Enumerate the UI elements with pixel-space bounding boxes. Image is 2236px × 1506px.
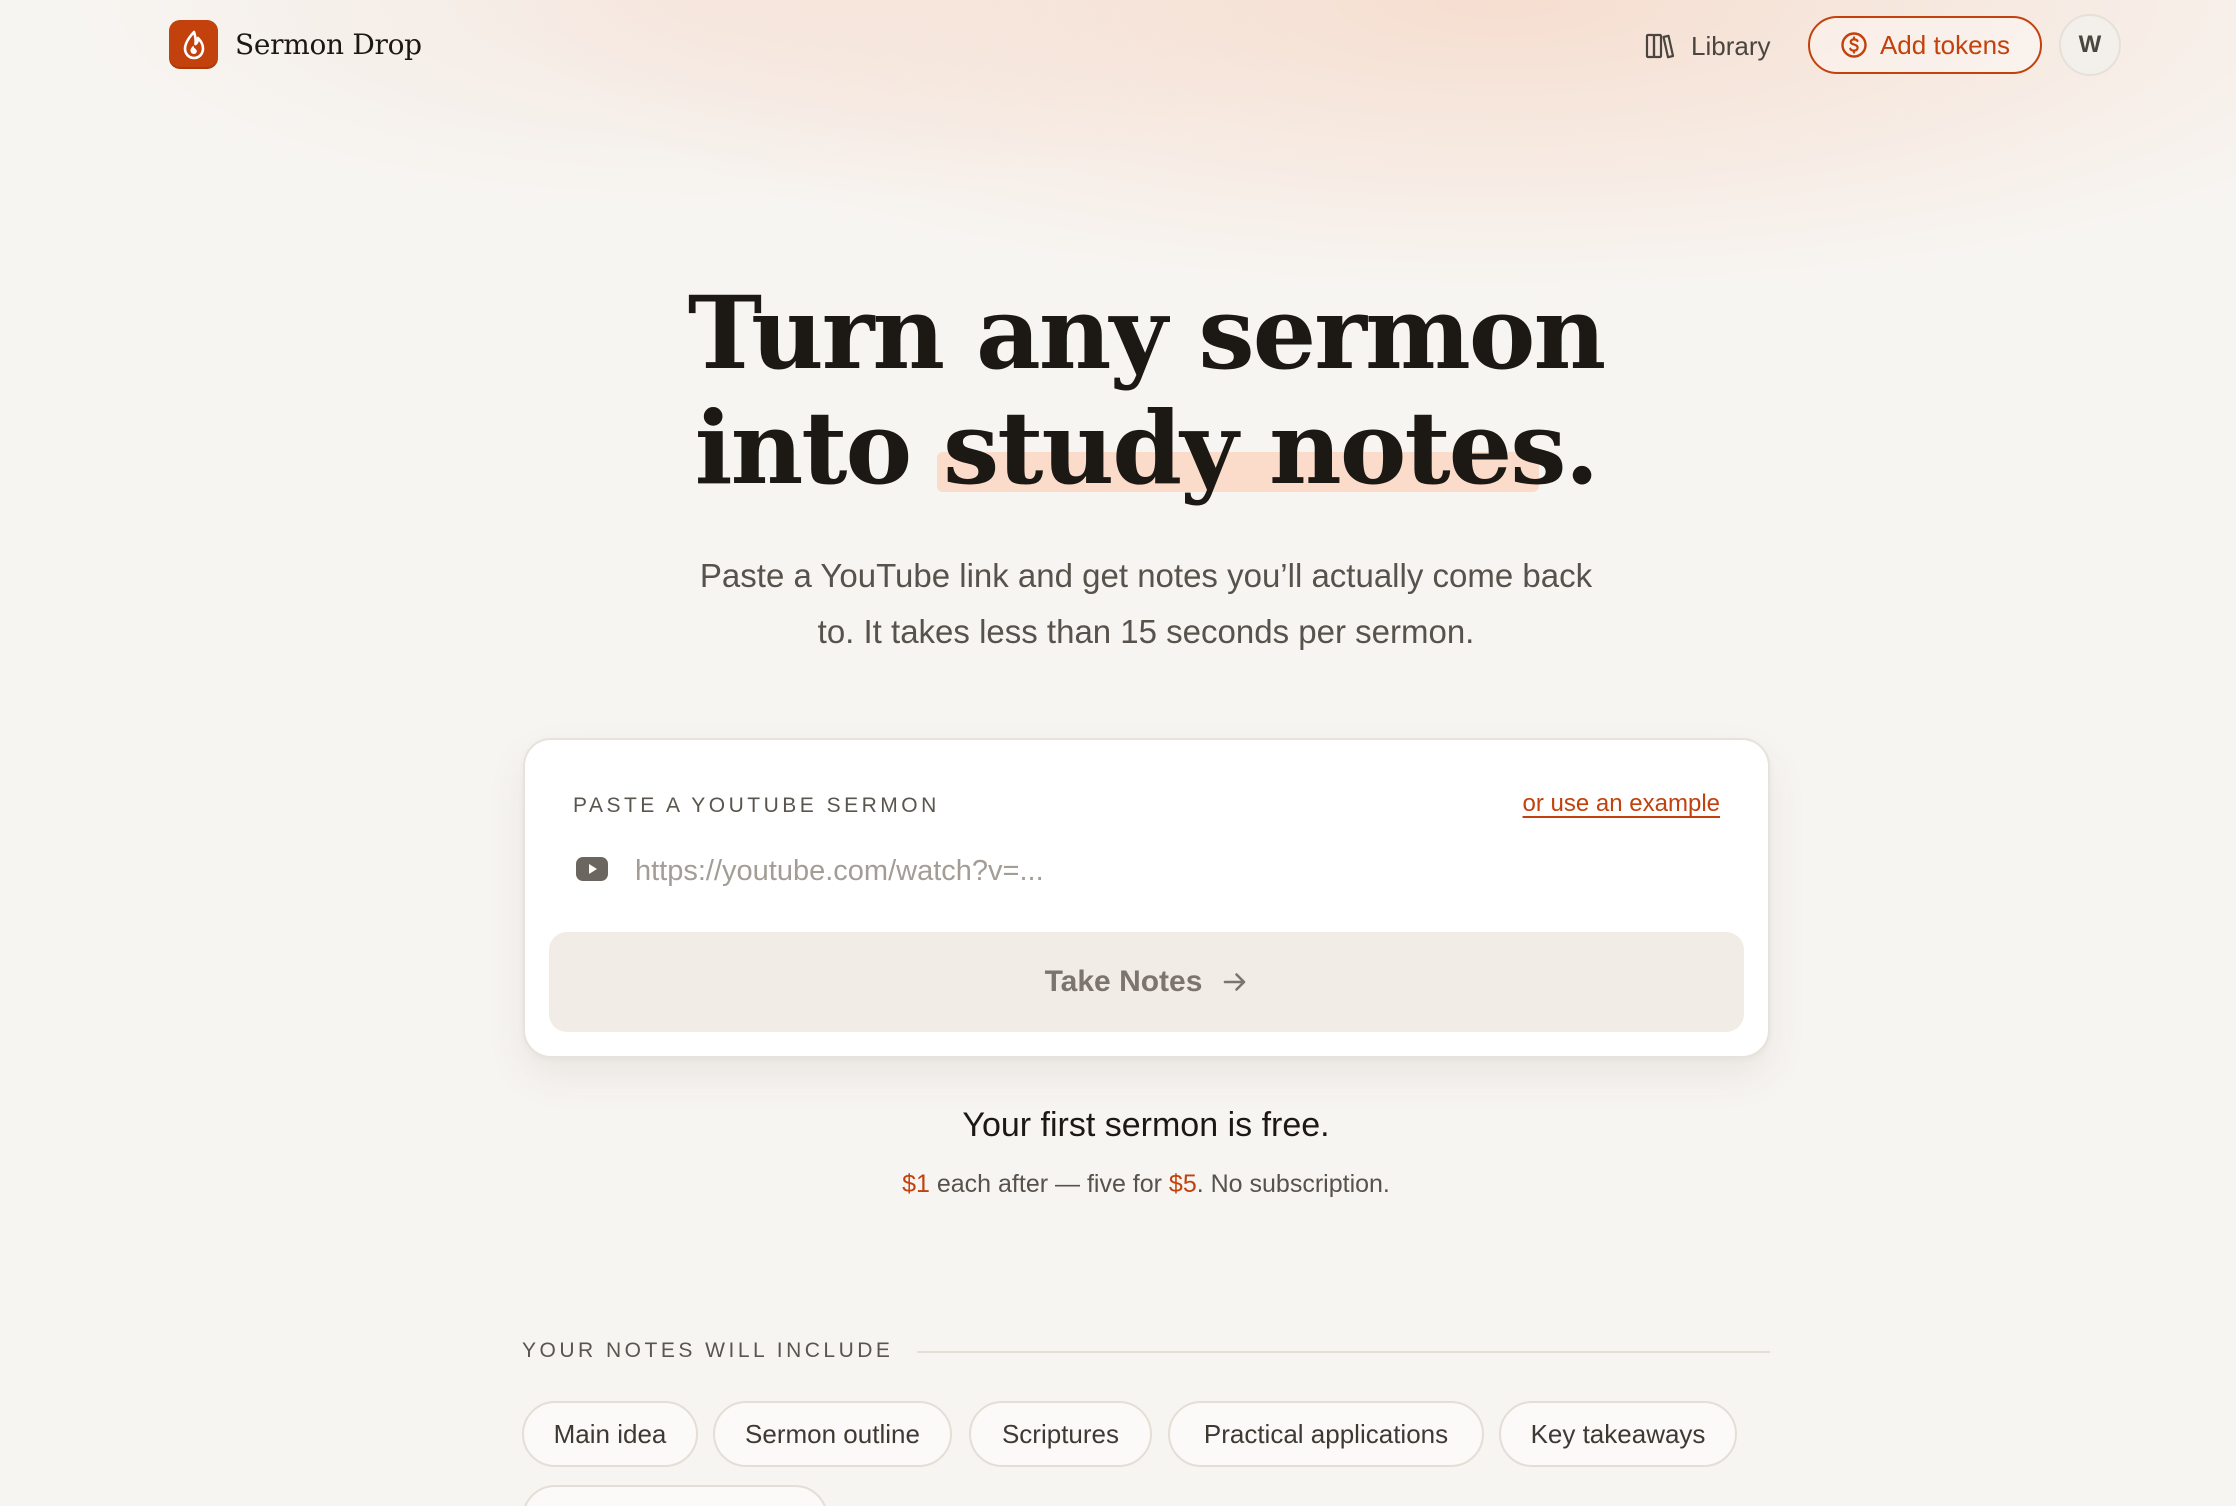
hero-title-suffix: . [1564,389,1600,507]
arrow-right-icon [1222,971,1248,993]
library-link[interactable]: Library [1645,24,1770,68]
chip-sermon-outline: Sermon outline [713,1401,952,1467]
includes-divider [917,1351,1770,1353]
books-icon [1645,32,1675,60]
pricing-text-middle: each after — five for [929,1170,1169,1198]
free-offer-headline: Your first sermon is free. [962,1106,1330,1144]
add-tokens-label: Add tokens [1879,29,2011,60]
price-single: $1 [902,1170,930,1198]
hero-title-line-1: Turn any sermon [687,274,1606,392]
chip-scriptures: Scriptures [969,1401,1152,1467]
library-label: Library [1691,30,1771,61]
take-notes-button[interactable]: Take Notes [549,932,1744,1032]
chip-key-takeaways: Key takeaways [1499,1401,1737,1467]
flame-drop-icon [169,20,218,69]
pricing-details: $1 each after — five for $5. No subscrip… [0,1170,2236,1199]
input-label: PASTE A YOUTUBE SERMON [573,794,940,817]
brand-home-link[interactable]: Sermon Drop [169,20,422,69]
chip-additional [522,1485,828,1506]
top-navigation: Sermon Drop Library Add tokens W [0,0,2236,92]
take-notes-label: Take Notes [1044,965,1203,998]
chip-practical-applications: Practical applications [1168,1401,1484,1467]
use-example-link[interactable]: or use an example [1523,790,1720,818]
sermon-input-card: PASTE A YOUTUBE SERMON or use an example… [523,738,1770,1058]
hero-title-highlight: study notes [937,389,1567,507]
hero-title-line-2: into study notes. [0,391,2236,506]
brand-name: Sermon Drop [235,28,422,61]
chip-main-idea: Main idea [522,1401,698,1467]
dollar-coin-icon [1840,31,1868,59]
youtube-icon [575,856,609,882]
price-bundle: $5 [1168,1170,1197,1198]
hero-subtitle: Paste a YouTube link and get notes you’l… [699,557,1593,650]
pricing-text-end: . No subscription. [1196,1170,1390,1198]
youtube-url-input[interactable] [635,846,1715,896]
user-avatar[interactable]: W [2059,14,2121,76]
add-tokens-button[interactable]: Add tokens [1808,16,2042,74]
hero-title-prefix: into [694,389,943,507]
includes-heading: YOUR NOTES WILL INCLUDE [522,1339,894,1362]
hero-title: Turn any sermon into study notes. [0,276,2236,506]
